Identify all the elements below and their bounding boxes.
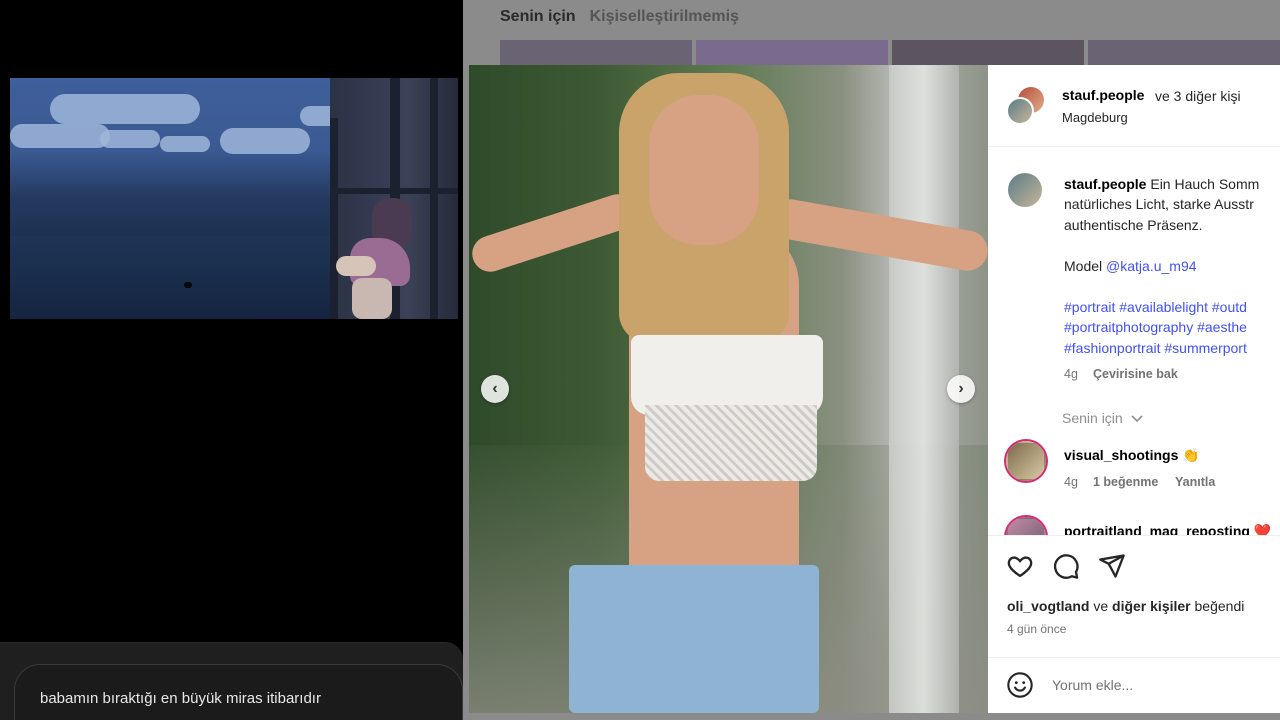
distant-figure xyxy=(184,282,192,288)
comments-filter-label: Senin için xyxy=(1062,410,1123,426)
tab-not-personalized[interactable]: Kişiselleştirilmemiş xyxy=(590,8,739,26)
comment-likes[interactable]: 1 beğenme xyxy=(1093,475,1158,489)
likes-others-link[interactable]: diğer kişiler xyxy=(1112,598,1191,614)
chevron-right-icon[interactable]: › xyxy=(947,375,975,403)
feed-thumbnail[interactable] xyxy=(500,40,692,66)
chevron-left-icon[interactable]: ‹ xyxy=(481,375,509,403)
comment-icon[interactable] xyxy=(1052,552,1080,580)
screen: babamın bıraktığı en büyük miras itibarı… xyxy=(0,0,1280,720)
model-mention-link[interactable]: @katja.u_m94 xyxy=(1106,258,1196,274)
image-face xyxy=(649,95,759,245)
image-shorts xyxy=(569,565,819,713)
hashtag-line[interactable]: #portrait #availablelight #outd xyxy=(1064,297,1247,318)
caption-model-line: Model @katja.u_m94 xyxy=(1064,256,1197,277)
reply-button[interactable]: Yanıtla xyxy=(1175,475,1215,489)
caption-age: 4g xyxy=(1064,367,1078,381)
comment-age: 4g xyxy=(1064,475,1078,489)
avatar[interactable] xyxy=(1006,441,1046,481)
post-header: stauf.people ve 3 diğer kişi Magdeburg xyxy=(988,65,1280,147)
cloud-shape xyxy=(10,124,110,148)
caption-username[interactable]: stauf.people xyxy=(1064,176,1146,192)
heart-icon[interactable] xyxy=(1006,552,1034,580)
cloud-shape xyxy=(100,130,160,148)
image-top xyxy=(631,335,823,415)
character-legs xyxy=(352,278,392,319)
likes-suffix: beğendi xyxy=(1194,598,1245,614)
comments-filter[interactable]: Senin için xyxy=(1062,410,1143,426)
share-icon[interactable] xyxy=(1098,552,1126,580)
feed-thumbnails xyxy=(500,40,1280,66)
post-side-panel: stauf.people ve 3 diğer kişi Magdeburg s… xyxy=(988,65,1280,713)
emoji-icon[interactable] xyxy=(1006,671,1034,699)
see-translation-link[interactable]: Çevirisine bak xyxy=(1093,367,1178,381)
likes-connector: ve xyxy=(1093,598,1109,614)
post-location[interactable]: Magdeburg xyxy=(1062,110,1128,125)
comment-text: 👏 xyxy=(1182,447,1200,463)
hashtag-line[interactable]: #fashionportrait #summerport xyxy=(1064,338,1247,359)
post-author-username[interactable]: stauf.people xyxy=(1062,87,1144,103)
image-arm-left xyxy=(469,189,641,277)
comment-1-line: visual_shootings 👏 xyxy=(1064,445,1200,466)
model-label: Model xyxy=(1064,258,1103,274)
image-lace xyxy=(645,405,817,481)
comment-username[interactable]: visual_shootings xyxy=(1064,447,1178,463)
chevron-down-icon xyxy=(1131,415,1143,423)
liker-username[interactable]: oli_vogtland xyxy=(1007,598,1089,614)
character-arm xyxy=(336,256,376,276)
feed-tabs: Senin için Kişiselleştirilmemiş xyxy=(500,8,739,26)
likes-summary: oli_vogtland ve diğer kişiler beğendi xyxy=(1007,598,1244,614)
post-image[interactable] xyxy=(469,65,988,713)
feed-thumbnail[interactable] xyxy=(892,40,1084,66)
cloud-shape xyxy=(160,136,210,152)
comment-input-bar: Yorum ekle... xyxy=(988,657,1280,713)
chat-message-text: babamın bıraktığı en büyük miras itibarı… xyxy=(40,690,321,707)
feed-thumbnail[interactable] xyxy=(696,40,888,66)
cloud-shape xyxy=(50,94,200,124)
collab-label[interactable]: ve 3 diğer kişi xyxy=(1155,88,1241,104)
caption-line-2: natürliches Licht, starke Ausstr xyxy=(1064,196,1254,212)
post-time-ago[interactable]: 4 gün önce xyxy=(1007,622,1066,636)
avatar[interactable] xyxy=(1008,173,1042,207)
caption-line-3: authentische Präsenz. xyxy=(1064,217,1203,233)
caption-line-1: stauf.people Ein Hauch Somm xyxy=(1064,174,1259,195)
avatar[interactable] xyxy=(1006,97,1034,125)
video-pane: babamın bıraktığı en büyük miras itibarı… xyxy=(0,0,463,720)
post-collab-text: ve 3 diğer kişi xyxy=(1155,88,1241,104)
cloud-shape xyxy=(220,128,310,154)
hashtag-line[interactable]: #portraitphotography #aesthe xyxy=(1064,317,1247,338)
caption-text: Ein Hauch Somm xyxy=(1150,176,1260,192)
video-player[interactable] xyxy=(10,78,458,319)
comment-input[interactable]: Yorum ekle... xyxy=(1052,677,1133,693)
tab-for-you[interactable]: Senin için xyxy=(500,8,576,26)
feed-thumbnail[interactable] xyxy=(1088,40,1280,66)
